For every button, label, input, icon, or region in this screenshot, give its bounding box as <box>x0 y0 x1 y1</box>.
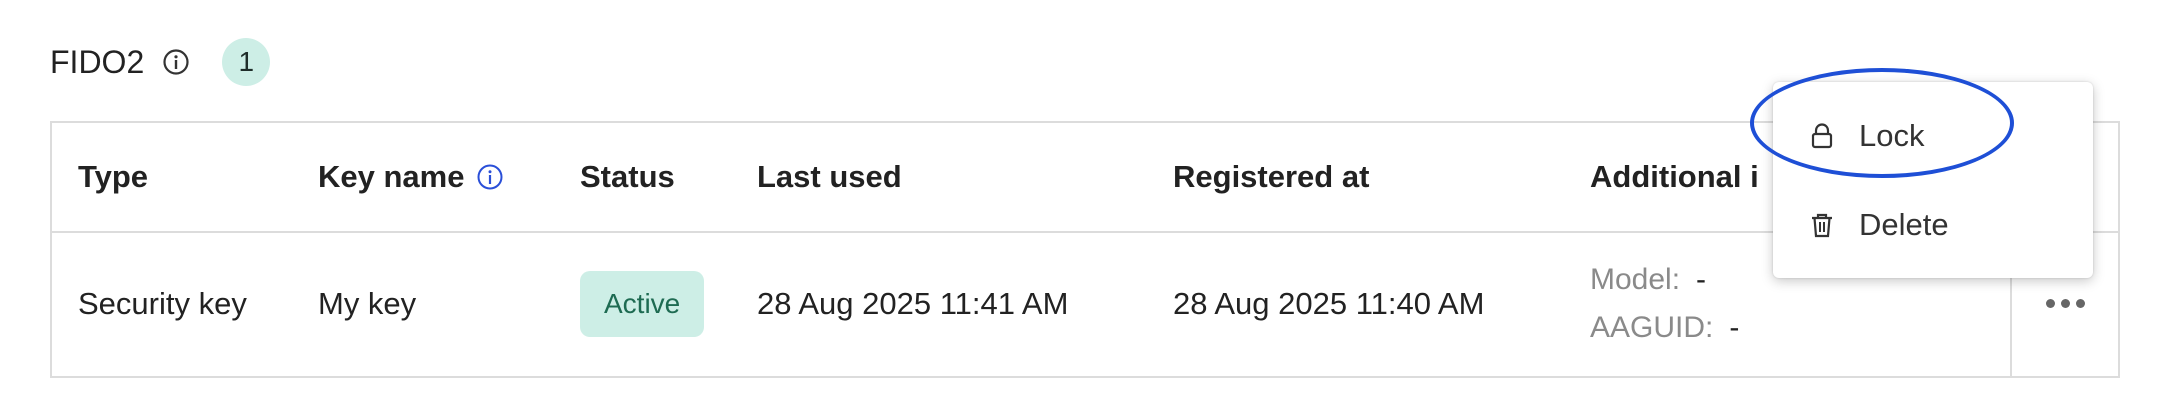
row-actions-menu: Lock Delete <box>1773 82 2093 278</box>
column-header-last-used: Last used <box>757 159 902 194</box>
column-header-additional-info: Additional i <box>1590 159 1759 194</box>
section-title: FIDO2 <box>50 43 145 80</box>
count-badge: 1 <box>222 38 271 86</box>
aaguid-label: AAGUID: <box>1590 310 1714 344</box>
column-header-registered-at: Registered at <box>1173 159 1370 194</box>
aaguid-line: AAGUID: - <box>1590 311 1739 345</box>
lock-icon <box>1807 121 1837 151</box>
more-dot-icon <box>2075 299 2085 308</box>
model-line: Model: - <box>1590 263 1706 297</box>
model-value: - <box>1696 262 1707 296</box>
more-dot-icon <box>2045 299 2055 308</box>
key-name-info-icon[interactable] <box>476 163 504 191</box>
more-dot-icon <box>2060 299 2070 308</box>
column-header-status: Status <box>580 159 675 194</box>
column-header-key-name-label: Key name <box>318 159 465 194</box>
more-actions-button[interactable] <box>2045 299 2085 308</box>
menu-item-lock-label: Lock <box>1859 118 1925 153</box>
section-header: FIDO2 1 <box>50 38 271 86</box>
column-header-type: Type <box>78 159 149 194</box>
cell-status: Active <box>580 231 705 376</box>
status-badge: Active <box>580 270 705 337</box>
cell-key-name: My key <box>318 285 417 321</box>
aaguid-value: - <box>1729 310 1740 344</box>
cell-last-used: 28 Aug 2025 11:41 AM <box>757 285 1069 321</box>
menu-item-delete[interactable]: Delete <box>1773 185 2093 265</box>
menu-item-delete-label: Delete <box>1859 207 1949 242</box>
cell-additional-info: Model: - AAGUID: - <box>1590 231 1739 376</box>
cell-registered-at: 28 Aug 2025 11:40 AM <box>1173 285 1485 321</box>
trash-icon <box>1807 210 1837 240</box>
info-icon[interactable] <box>162 48 190 76</box>
model-label: Model: <box>1590 262 1681 296</box>
cell-type: Security key <box>78 285 247 321</box>
menu-item-lock[interactable]: Lock <box>1773 96 2093 176</box>
column-header-key-name: Key name <box>318 123 504 231</box>
